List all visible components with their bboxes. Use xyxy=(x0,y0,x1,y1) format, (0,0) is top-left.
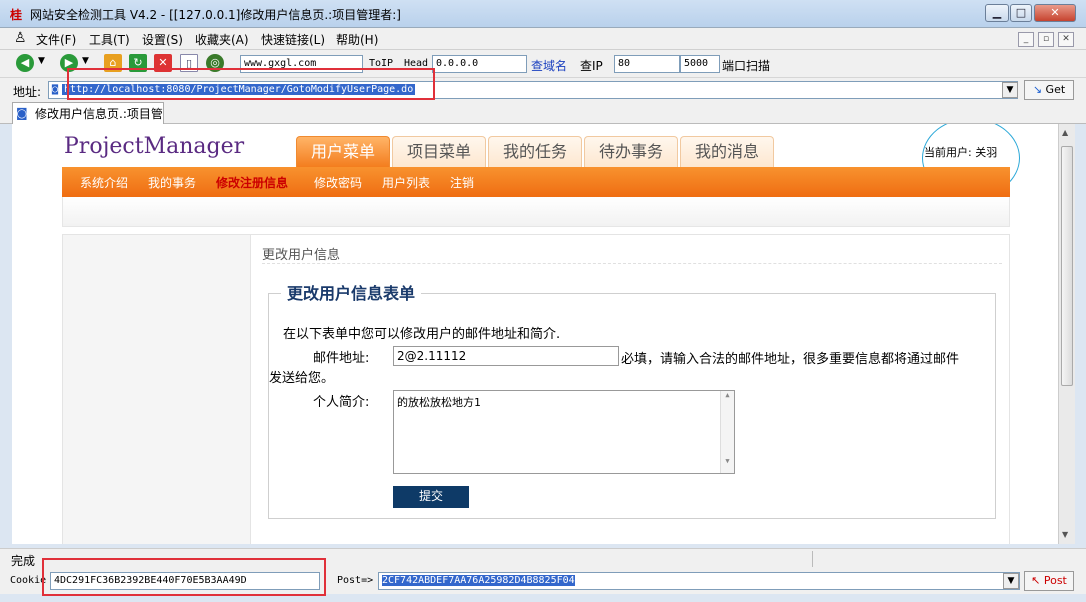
window-title: 网站安全检测工具 V4.2 - [[127.0.0.1]修改用户信息页.:项目管… xyxy=(30,8,401,22)
page-scrollbar[interactable]: ▲ ▼ xyxy=(1058,124,1075,544)
sub-system-intro[interactable]: 系统介绍 xyxy=(80,174,128,191)
window-title-bar[interactable]: 桂 网站安全检测工具 V4.2 - [[127.0.0.1]修改用户信息页.:项… xyxy=(0,0,1086,28)
back-icon[interactable]: ◀ xyxy=(16,54,34,72)
sub-menu-spacer xyxy=(62,197,1010,227)
forward-dropdown-icon[interactable]: ▼ xyxy=(82,56,89,66)
port-scan-button[interactable]: 端口扫描 xyxy=(722,57,770,74)
site-logo[interactable]: ProjectManager xyxy=(64,134,244,159)
tab-page-icon: ◙ xyxy=(16,106,28,120)
mdi-close-icon[interactable]: ✕ xyxy=(1058,32,1074,47)
scroll-thumb[interactable] xyxy=(1061,146,1073,386)
port-end-input[interactable]: 5000 xyxy=(680,55,720,73)
main-panel: 更改用户信息 更改用户信息表单 在以下表单中您可以修改用户的邮件地址和简介. 邮… xyxy=(62,234,1010,544)
web-content: ProjectManager 用户菜单 项目菜单 我的任务 待办事务 我的消息 … xyxy=(12,124,1058,544)
post-input[interactable]: 2CF742ABDEF7AA76A25982D4B8825F04 xyxy=(378,572,1020,590)
breadcrumb: 更改用户信息 xyxy=(262,248,341,263)
tab-bar: ◙ 修改用户信息页.:项目管 xyxy=(0,102,1086,124)
sub-logout[interactable]: 注销 xyxy=(450,174,474,191)
post-label: Post=> xyxy=(337,575,374,586)
status-divider xyxy=(812,551,813,567)
maximize-button[interactable]: □ xyxy=(1010,4,1032,22)
highlight-box-url xyxy=(67,68,435,100)
breadcrumb-divider xyxy=(262,263,1002,264)
sub-menu-bar: 系统介绍 我的事务 修改注册信息 修改密码 用户列表 注销 xyxy=(62,167,1010,197)
minimize-button[interactable]: ▁ xyxy=(985,4,1009,22)
status-text: 完成 xyxy=(11,554,36,568)
menu-bar: ♙ 文件(F) 工具(T) 设置(S) 收藏夹(A) 快速链接(L) 帮助(H)… xyxy=(0,28,1086,50)
menu-tools[interactable]: 工具(T) xyxy=(89,31,130,48)
sub-change-password[interactable]: 修改密码 xyxy=(314,174,362,191)
nav-tab-project-menu[interactable]: 项目菜单 xyxy=(392,136,486,167)
app-icon: 桂 xyxy=(9,8,22,22)
cookie-post-bar: Cookie 4DC291FC36B2392BE440F70E5B3AA49D … xyxy=(0,558,1086,596)
get-button[interactable]: ↘ Get xyxy=(1024,80,1074,100)
scroll-up-icon[interactable]: ▲ xyxy=(1062,128,1068,137)
ie-page-icon: ◙ xyxy=(52,84,59,95)
address-dropdown-icon[interactable]: ▼ xyxy=(1002,82,1018,98)
left-column xyxy=(63,235,251,544)
highlight-box-cookie xyxy=(42,558,326,596)
menu-file[interactable]: 文件(F) xyxy=(36,31,76,48)
sub-user-list[interactable]: 用户列表 xyxy=(382,174,430,191)
address-bar: 地址: ◙ http://localhost:8080/ProjectManage… xyxy=(0,68,1086,102)
menu-quick-links[interactable]: 快速链接(L) xyxy=(261,31,325,48)
ip-input[interactable]: 0.0.0.0 xyxy=(432,55,527,73)
menu-favorites[interactable]: 收藏夹(A) xyxy=(195,31,249,48)
email-hint-continued: 发送给您。 xyxy=(269,371,335,386)
get-arrow-icon: ↘ xyxy=(1032,83,1043,96)
email-label: 邮件地址: xyxy=(313,351,370,366)
tab-label: 修改用户信息页.:项目管 xyxy=(35,107,163,121)
nav-tab-my-tasks[interactable]: 我的任务 xyxy=(488,136,582,167)
bio-label: 个人简介: xyxy=(313,395,370,410)
menu-settings[interactable]: 设置(S) xyxy=(142,31,183,48)
port-start-input[interactable]: 80 xyxy=(614,55,680,73)
post-value: 2CF742ABDEF7AA76A25982D4B8825F04 xyxy=(382,575,575,586)
tab-modify-user-page[interactable]: ◙ 修改用户信息页.:项目管 xyxy=(12,102,164,124)
form-intro: 在以下表单中您可以修改用户的邮件地址和简介. xyxy=(283,327,561,342)
post-button[interactable]: ↖ Post xyxy=(1024,571,1074,591)
bio-scrollbar[interactable]: ▲ ▼ xyxy=(720,391,734,473)
mdi-minimize-icon[interactable]: _ xyxy=(1018,32,1034,47)
bio-text: 的放松放松地方1 xyxy=(397,396,481,409)
submit-button[interactable]: 提交 xyxy=(393,486,469,508)
bio-textarea[interactable]: 的放松放松地方1 ▲ ▼ xyxy=(393,390,735,474)
back-dropdown-icon[interactable]: ▼ xyxy=(38,56,45,66)
lookup-domain-button[interactable]: 查域名 xyxy=(531,57,567,74)
app-menu-icon[interactable]: ♙ xyxy=(14,30,27,46)
email-hint: 必填，请输入合法的邮件地址，很多重要信息都将通过邮件 xyxy=(621,352,960,367)
nav-tab-user-menu[interactable]: 用户菜单 xyxy=(296,136,390,167)
cookie-label: Cookie xyxy=(10,575,47,586)
nav-tab-messages[interactable]: 我的消息 xyxy=(680,136,774,167)
email-input[interactable]: 2@2.11112 xyxy=(393,346,619,366)
address-label: 地址: xyxy=(13,85,42,99)
menu-help[interactable]: 帮助(H) xyxy=(336,31,378,48)
post-dropdown-icon[interactable]: ▼ xyxy=(1003,573,1019,589)
mdi-restore-icon[interactable]: ▫ xyxy=(1038,32,1054,47)
get-button-label: Get xyxy=(1045,83,1066,96)
scroll-down-icon[interactable]: ▼ xyxy=(1062,530,1068,539)
form-title: 更改用户信息表单 xyxy=(281,280,422,304)
sub-my-affairs[interactable]: 我的事务 xyxy=(148,174,196,191)
nav-tab-todo[interactable]: 待办事务 xyxy=(584,136,678,167)
close-button[interactable]: ✕ xyxy=(1034,4,1076,22)
lookup-ip-label[interactable]: 查IP xyxy=(580,57,603,74)
post-button-label: Post xyxy=(1043,574,1067,587)
post-arrow-icon: ↖ xyxy=(1031,574,1041,587)
sub-modify-registration[interactable]: 修改注册信息 xyxy=(216,174,288,191)
